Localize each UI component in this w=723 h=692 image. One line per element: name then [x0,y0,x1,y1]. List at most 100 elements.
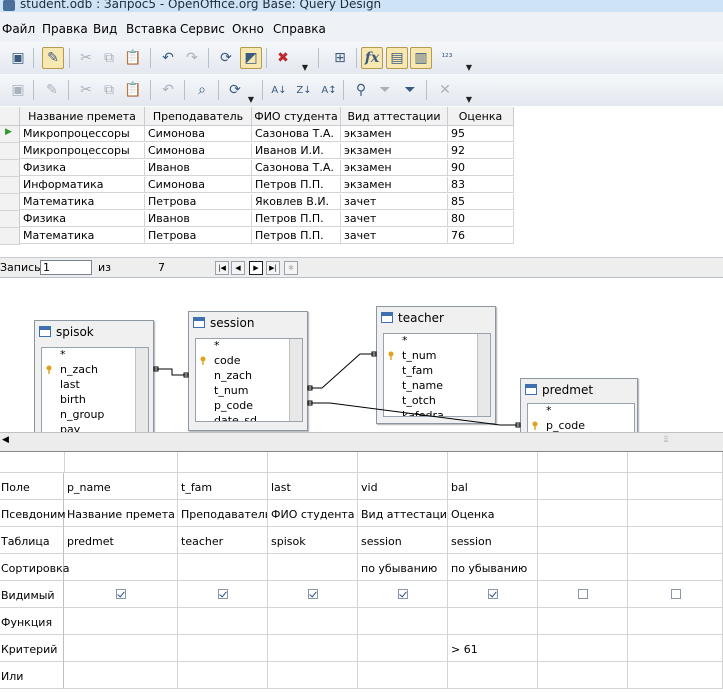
criteria-field-cell[interactable]: t_fam [178,473,268,500]
criteria-visible-cell[interactable] [268,581,358,608]
criteria-or-cell[interactable] [448,662,538,689]
copy-icon[interactable]: ⧉ [98,79,120,101]
grid-cell[interactable]: Симонова [145,177,252,193]
clear-dropdown-icon[interactable]: ▼ [300,50,310,72]
paste-icon[interactable]: 📋 [122,47,144,69]
criteria-criterion-cell[interactable] [628,635,723,662]
visible-checkbox[interactable] [398,589,408,599]
undo-icon[interactable]: ↶ [157,47,179,69]
criteria-function-cell[interactable] [448,608,538,635]
sort-ascending-icon[interactable]: A↓ [268,79,290,101]
grid-cell[interactable]: 83 [448,177,514,193]
grid-cell[interactable]: Микропроцессоры [20,143,145,159]
row-header[interactable] [0,143,20,160]
grid-cell[interactable]: зачет [341,228,448,244]
criteria-field-cell[interactable] [538,473,628,500]
grid-header-student[interactable]: ФИО студента [252,107,341,126]
criteria-alias-cell[interactable] [628,500,723,527]
criteria-field-cell[interactable]: last [268,473,358,500]
criteria-or-cell[interactable] [64,662,178,689]
grid-cell[interactable]: Иванов И.И. [252,143,341,159]
visible-checkbox[interactable] [670,589,681,599]
cut-icon[interactable]: ✂ [75,79,97,101]
grid-cell[interactable]: зачет [341,194,448,210]
criteria-criterion-cell[interactable] [178,635,268,662]
criteria-or-cell[interactable] [178,662,268,689]
criteria-field-cell[interactable]: vid [358,473,448,500]
visible-checkbox[interactable] [578,589,588,599]
grid-cell[interactable]: Физика [20,160,145,176]
grid-cell[interactable]: экзамен [341,160,448,176]
row-header[interactable] [0,160,20,177]
distinct-values-icon[interactable]: ¹²³ [436,47,458,69]
grid-cell[interactable]: зачет [341,211,448,227]
criteria-function-cell[interactable] [268,608,358,635]
criteria-alias-cell[interactable]: Название премета [64,500,178,527]
criteria-table-cell[interactable]: spisok [268,527,358,554]
criteria-criterion-cell[interactable] [64,635,178,662]
design-horizontal-scrollbar[interactable]: ◀ ⦙⦙ [0,432,723,452]
grid-cell[interactable]: Петров П.П. [252,228,341,244]
criteria-sort-cell[interactable] [268,554,358,581]
save-record-icon[interactable]: ▣ [7,79,29,101]
grid-cell[interactable]: Яковлев В.И. [252,194,341,210]
edit-data-icon[interactable]: ✎ [41,79,63,101]
criteria-column-header[interactable] [64,452,178,473]
undo-icon[interactable]: ↶ [157,79,179,101]
criteria-table-cell[interactable] [538,527,628,554]
grid-cell[interactable]: 76 [448,228,514,244]
menu-tools[interactable]: Сервис [180,22,225,36]
criteria-field-cell[interactable] [628,473,723,500]
functions-icon[interactable]: fx [361,47,383,69]
menu-help[interactable]: Справка [273,22,326,36]
criteria-alias-cell[interactable]: Вид аттестации [358,500,448,527]
criteria-sort-cell[interactable]: по убыванию [448,554,538,581]
first-record-icon[interactable]: |◀ [215,261,229,275]
grid-cell[interactable]: 90 [448,160,514,176]
grid-cell[interactable]: 80 [448,211,514,227]
criteria-table-cell[interactable]: predmet [64,527,178,554]
criteria-sort-cell[interactable] [64,554,178,581]
run-query-icon[interactable]: ⟳ [215,47,237,69]
grid-cell[interactable]: Симонова [145,126,252,142]
criteria-table-cell[interactable]: session [358,527,448,554]
criteria-or-cell[interactable] [358,662,448,689]
add-table-icon[interactable]: ⊞ [329,47,351,69]
copy-icon[interactable]: ⧉ [98,47,120,69]
grid-cell[interactable]: экзамен [341,126,448,142]
menu-insert[interactable]: Вставка [126,22,177,36]
find-record-icon[interactable]: ⌕ [191,79,213,101]
menu-view[interactable]: Вид [93,22,117,36]
criteria-sort-cell[interactable] [538,554,628,581]
grid-cell[interactable]: Петрова [145,228,252,244]
prev-record-icon[interactable]: ◀ [231,261,245,275]
criteria-alias-cell[interactable] [538,500,628,527]
cut-icon[interactable]: ✂ [75,47,97,69]
grid-cell[interactable]: Петров П.П. [252,177,341,193]
criteria-criterion-cell[interactable]: > 61 [448,635,538,662]
grid-cell[interactable]: Математика [20,228,145,244]
grid-header-teacher[interactable]: Преподаватель [145,107,252,126]
criteria-sort-cell[interactable]: по убыванию [358,554,448,581]
grid-cell[interactable]: Сазонова Т.А. [252,160,341,176]
grid-cell[interactable]: Сазонова Т.А. [252,126,341,142]
grid-header-grade[interactable]: Оценка [448,107,514,126]
alias-icon[interactable]: ▥ [410,47,432,69]
redo-icon[interactable]: ↷ [181,47,203,69]
criteria-visible-cell[interactable] [358,581,448,608]
menu-file[interactable]: Файл [2,22,35,36]
criteria-alias-cell[interactable]: Оценка [448,500,538,527]
criteria-visible-cell[interactable] [178,581,268,608]
grid-cell[interactable]: экзамен [341,143,448,159]
grid-cell[interactable]: 95 [448,126,514,142]
grid-header-subject[interactable]: Название премета [20,107,145,126]
criteria-or-cell[interactable] [628,662,723,689]
last-record-icon[interactable]: ▶| [266,261,280,275]
visible-checkbox[interactable] [308,589,318,599]
row-header[interactable] [0,177,20,194]
design-view-toggle-icon[interactable]: ◩ [240,47,262,69]
toolbar-overflow-icon-2[interactable]: ▼ [464,82,474,104]
toolbar-overflow-icon[interactable]: ▼ [464,50,474,72]
criteria-function-cell[interactable] [628,608,723,635]
visible-checkbox[interactable] [218,589,228,599]
